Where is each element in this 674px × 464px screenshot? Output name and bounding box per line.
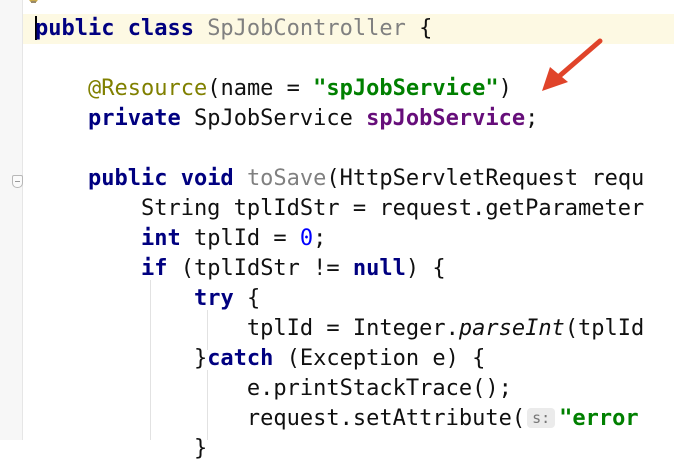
code-line-printstack[interactable]: e.printStackTrace();	[35, 374, 512, 404]
code-token: String tplIdStr = request.getParameter	[35, 196, 645, 221]
code-line-field-decl[interactable]: private SpJobService spJobService;	[35, 104, 538, 134]
code-token: (tplIdStr !=	[180, 256, 353, 281]
code-token: ;	[313, 226, 327, 251]
code-token: toSave	[246, 166, 327, 191]
code-token: (name =	[207, 76, 314, 101]
code-token: request.setAttribute(	[35, 406, 526, 431]
code-token: @Resource	[87, 76, 208, 101]
code-token: SpJobService	[193, 106, 367, 131]
code-line-if[interactable]: if (tplIdStr != null) {	[35, 254, 446, 284]
gutter-divider	[22, 0, 23, 440]
code-token: {	[246, 286, 261, 311]
code-token: "spJobService"	[313, 76, 499, 101]
code-token: SpJobController	[207, 16, 406, 41]
code-token: null	[352, 256, 406, 281]
code-line-parse[interactable]: tplId = Integer.parseInt(tplId	[35, 314, 644, 344]
code-line-resource-annotation[interactable]: @Resource(name = "spJobService")	[35, 74, 512, 104]
editor-gutter	[0, 0, 22, 440]
lightbulb-icon[interactable]	[29, 0, 38, 3]
code-line-tplidstr[interactable]: String tplIdStr = request.getParameter	[35, 194, 644, 224]
code-token: public void	[87, 166, 247, 191]
code-token: (Exception e) {	[286, 346, 486, 371]
code-token: (HttpServletRequest requ	[326, 166, 645, 191]
indent-guide	[207, 310, 208, 350]
code-token: ;	[525, 106, 539, 131]
code-line-class-decl[interactable]: public class SpJobController {	[35, 14, 432, 44]
code-token: )	[498, 76, 512, 101]
parameter-hint: s:	[527, 408, 556, 428]
code-token: if	[140, 256, 181, 281]
code-token: ) {	[405, 256, 446, 281]
code-token: tplId = Integer.	[35, 316, 459, 341]
code-token: parseInt	[458, 316, 565, 341]
code-line-setattribute[interactable]: request.setAttribute(s: "error	[35, 404, 639, 434]
code-token: }	[35, 346, 208, 371]
code-token: public class	[35, 16, 208, 41]
code-token: 0	[299, 226, 314, 251]
code-line-catch[interactable]: }catch (Exception e) {	[35, 344, 485, 374]
code-token: (tplId	[564, 316, 645, 341]
red-arrow-icon	[542, 38, 603, 91]
code-line-try[interactable]: try {	[35, 284, 260, 314]
code-line-tplid-init[interactable]: int tplId = 0;	[35, 224, 326, 254]
code-token: {	[405, 16, 433, 41]
fold-icon[interactable]	[12, 175, 23, 188]
code-line-method-decl[interactable]: public void toSave(HttpServletRequest re…	[35, 164, 644, 194]
code-token: catch	[207, 346, 287, 371]
code-token: private	[87, 106, 194, 131]
code-token: int	[140, 226, 194, 251]
code-token: "error	[559, 406, 639, 431]
code-token: spJobService	[366, 106, 526, 131]
indent-guide	[207, 370, 208, 440]
code-line-closing[interactable]: }	[35, 434, 207, 464]
indent-guide	[150, 280, 151, 440]
code-token: try	[193, 286, 247, 311]
code-token: e.printStackTrace();	[35, 376, 512, 401]
code-token: tplId =	[193, 226, 300, 251]
